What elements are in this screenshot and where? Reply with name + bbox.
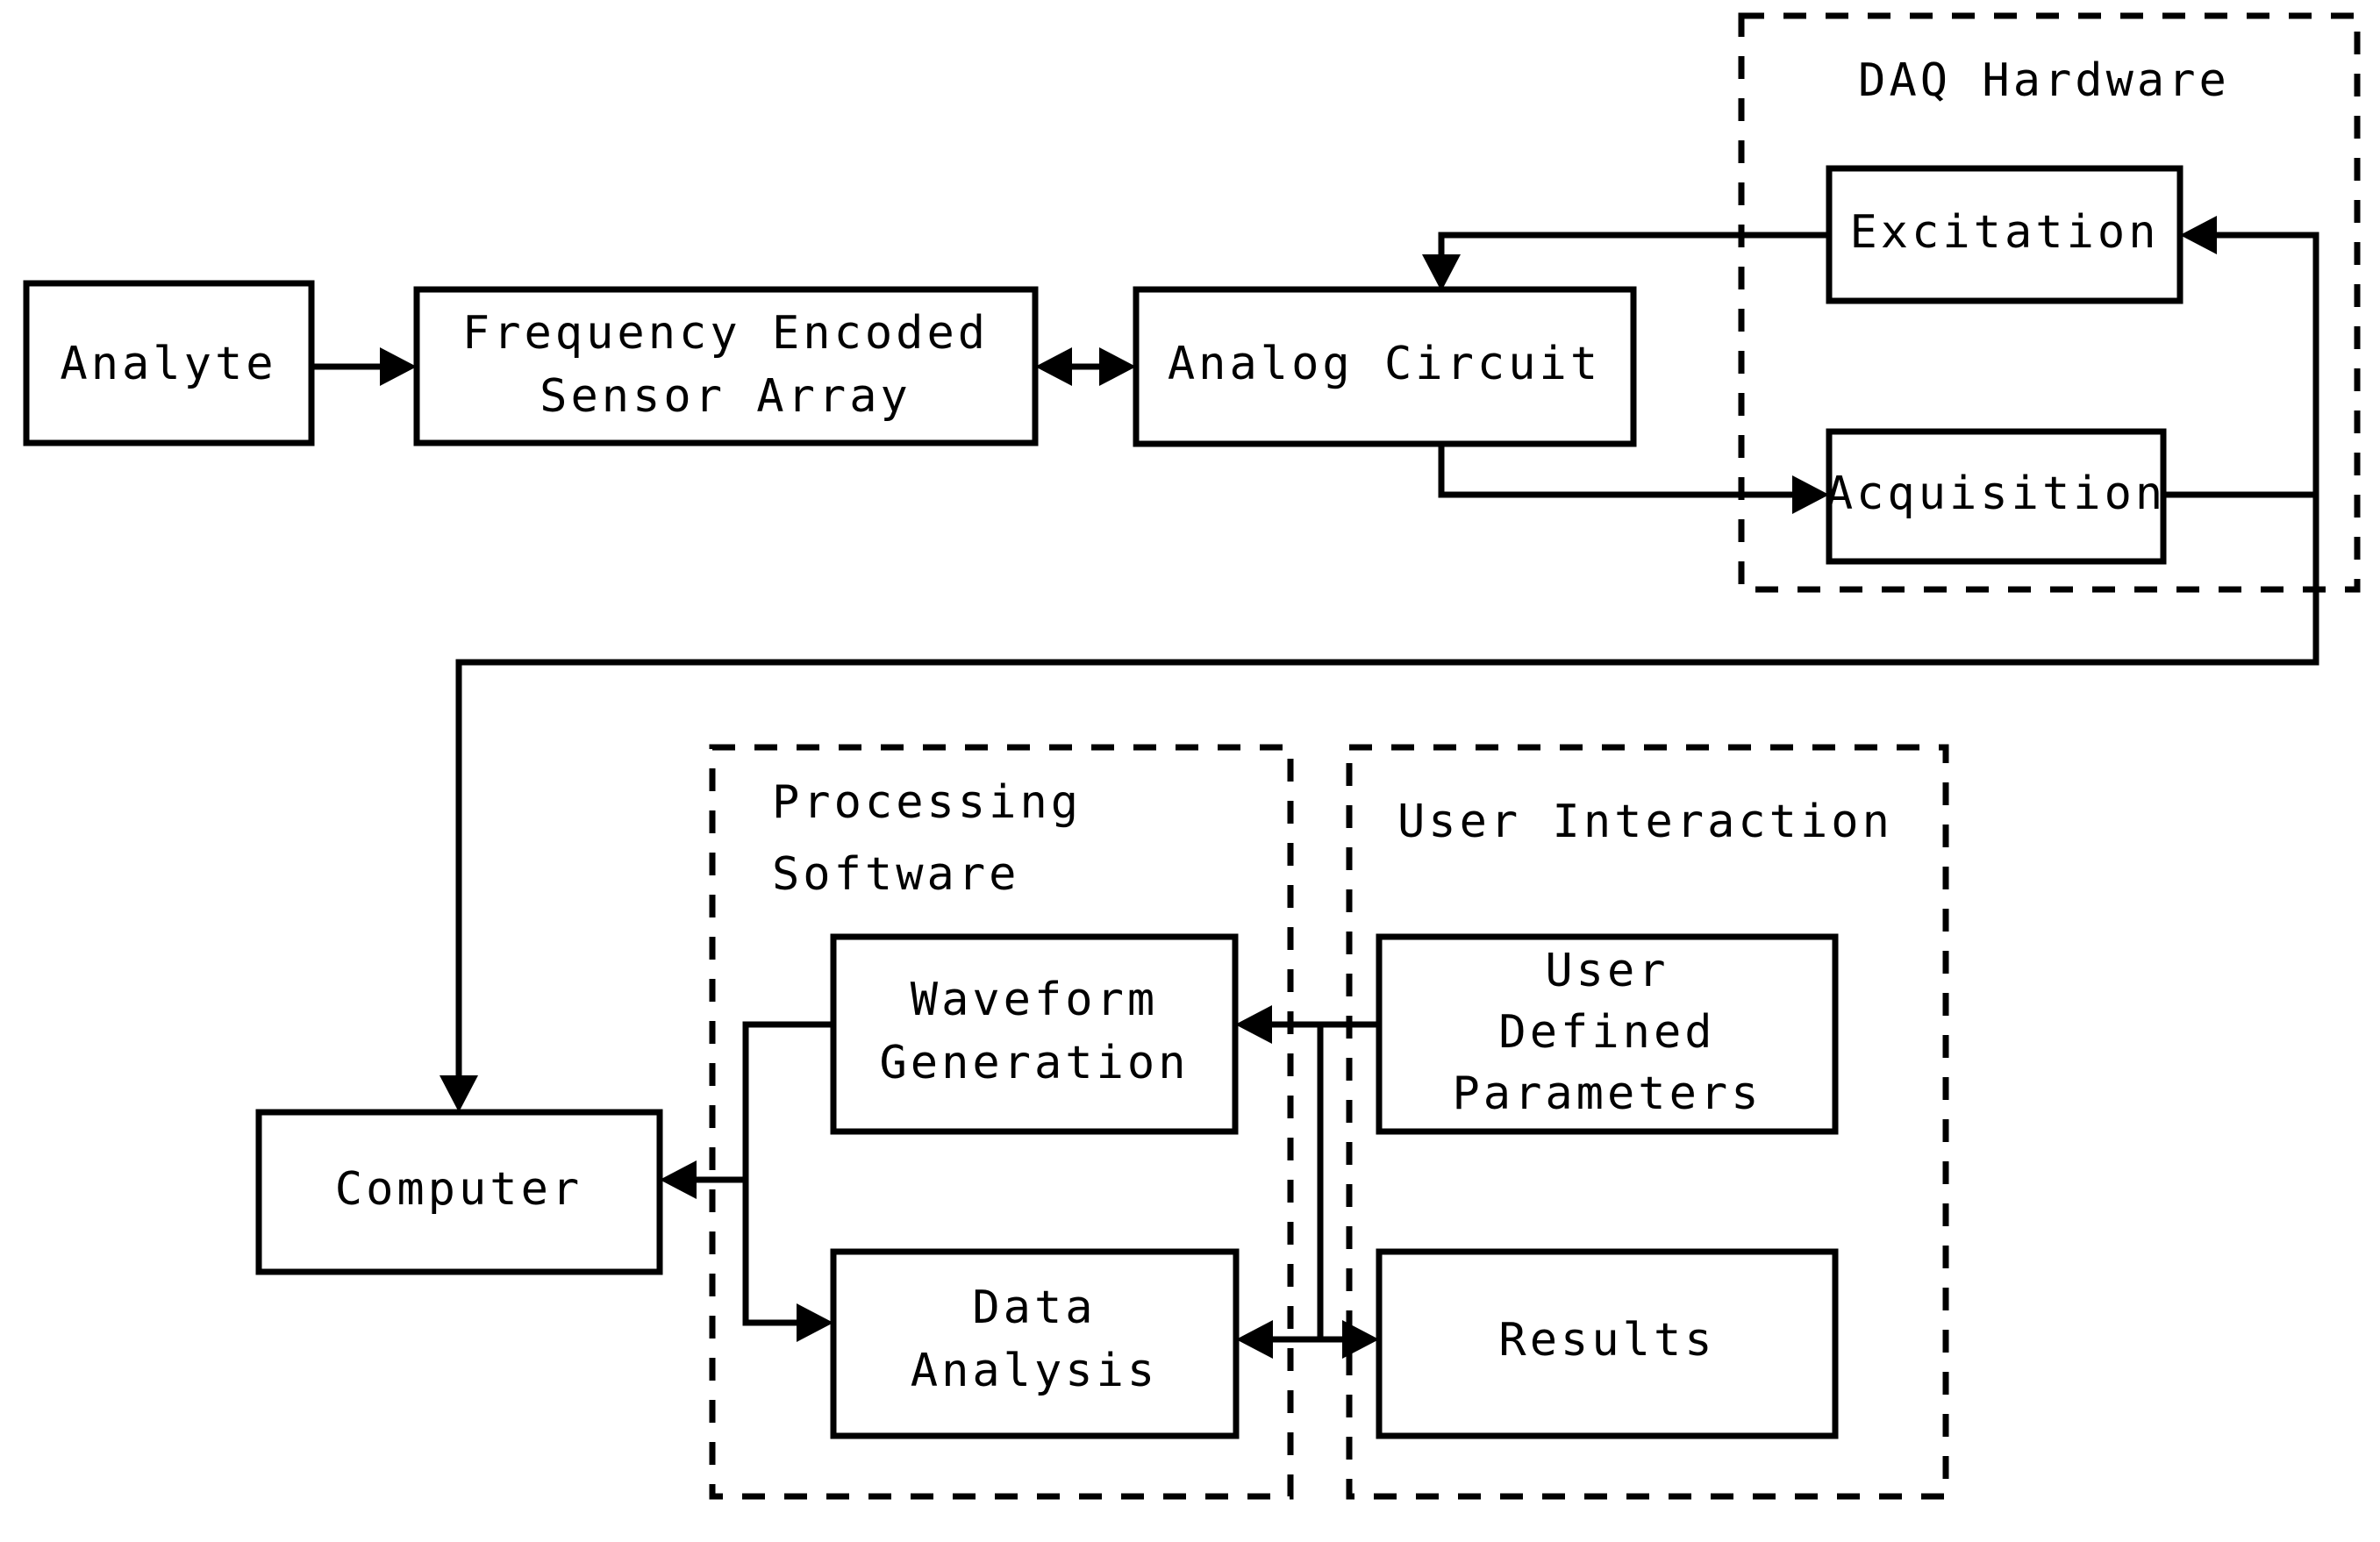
block-data-analysis: Data Analysis [830,1248,1240,1439]
block-user-defined-parameters-label-line3: Parameters [1452,1067,1762,1120]
block-waveform-generation: Waveform Generation [830,933,1239,1135]
arrowhead-computer-top [440,1075,478,1112]
block-waveform-generation-rect [830,933,1239,1135]
wire-processing-internal-bus [742,1021,833,1326]
block-results: Results [1376,1248,1839,1439]
block-sensor-array: Frequency Encoded Sensor Array [413,286,1039,446]
arrowhead-results-left [1342,1320,1379,1359]
block-results-label: Results [1498,1314,1715,1367]
block-sensor-array-label-line1: Frequency Encoded [462,307,989,360]
block-analyte: Analyte [23,280,315,446]
group-label-processing-software-line1: Processing [772,776,1082,829]
block-acquisition: Acquisition [1826,428,2167,565]
block-computer-label: Computer [335,1163,582,1216]
block-excitation-label: Excitation [1849,206,2159,259]
block-data-analysis-label-line1: Data [972,1281,1096,1334]
block-sensor-array-label-line2: Sensor Array [540,370,911,423]
block-user-defined-parameters-label-line1: User [1545,945,1669,997]
block-user-defined-parameters: User Defined Parameters [1376,933,1839,1135]
wire-excitation-to-analog-circuit [1438,232,1829,263]
block-user-defined-parameters-label-line2: Defined [1498,1006,1715,1059]
arrowhead-waveform-generation-right [1235,1005,1272,1044]
group-label-processing-software-line2: Software [772,848,1019,901]
arrowhead-analyte-to-sensor-array [380,347,417,386]
block-data-analysis-rect [830,1248,1240,1439]
block-data-analysis-label-line2: Analysis [911,1345,1158,1397]
block-diagram: Analyte Frequency Encoded Sensor Array A… [23,12,2361,1500]
arrowhead-computer-right [660,1160,697,1199]
block-analyte-label: Analyte [60,338,276,390]
block-excitation: Excitation [1826,165,2183,304]
block-computer: Computer [255,1109,663,1275]
arrowhead-analog-circuit-top [1422,254,1461,291]
wire-acquisition-to-excitation [2163,232,2319,498]
block-analog-circuit: Analog Circuit [1133,286,1637,447]
arrowhead-data-analysis-right [1236,1320,1273,1359]
block-waveform-generation-label-line1: Waveform [911,974,1158,1026]
block-analog-circuit-label: Analog Circuit [1168,338,1601,390]
arrowhead-excitation-right [2180,216,2217,254]
block-acquisition-label: Acquisition [1826,468,2166,520]
diagram-canvas: Analyte Frequency Encoded Sensor Array A… [0,0,2380,1542]
block-waveform-generation-label-line2: Generation [879,1037,1189,1089]
arrowhead-analog-circuit-left [1099,347,1136,386]
arrowhead-acquisition-left [1792,475,1829,514]
group-label-user-interaction: User Interaction [1397,796,1893,848]
wire-analog-circuit-to-acquisition [1438,444,1803,498]
arrowhead-sensor-array-left [1035,347,1072,386]
arrowhead-data-analysis-left [797,1303,833,1342]
group-label-daq-hardware: DAQ Hardware [1858,54,2230,107]
